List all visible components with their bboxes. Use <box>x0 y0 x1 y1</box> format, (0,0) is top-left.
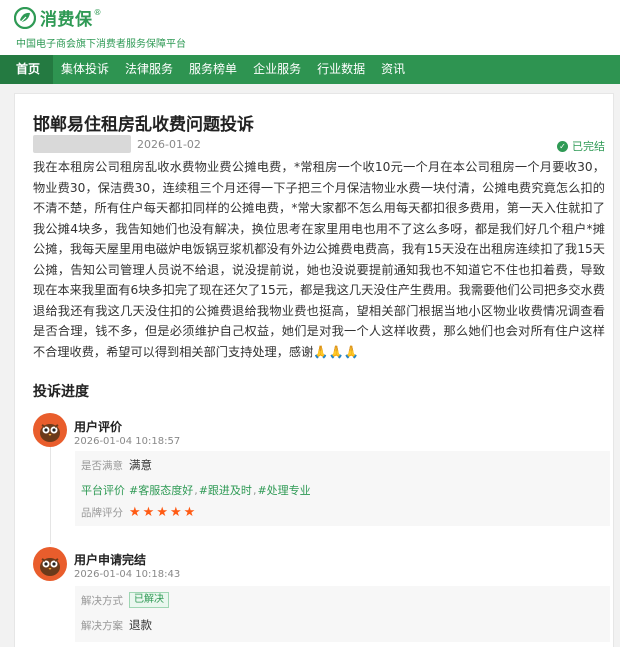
site-subtitle: 中国电子商会旗下消费者服务保障平台 <box>16 39 186 50</box>
site-header: 消费保 ® 中国电子商会旗下消费者服务保障平台 <box>0 0 620 55</box>
tag-service-attitude: #客服态度好 <box>129 484 194 497</box>
progress-section-title: 投诉进度 <box>33 384 89 400</box>
star-rating: ★ ★ ★ ★ ★ <box>129 505 197 520</box>
step-detail-box: 解决方式 已解决 解决方案 退款 <box>75 586 610 642</box>
platform-rating-row: 平台评价 #客服态度好 , #跟进及时 , #处理专业 <box>81 483 311 498</box>
complaint-content: 我在本租房公司租房乱收水费物业费公摊电费，*常租房一个收10元一个月在本公司租房… <box>33 160 605 359</box>
rating-label: 品牌评分 <box>81 507 123 519</box>
blurred-author-name <box>33 135 131 153</box>
nav-item-service-ranking[interactable]: 服务榜单 <box>181 55 245 84</box>
step-time: 2026-01-04 10:18:43 <box>74 569 181 580</box>
star-icon: ★ <box>142 505 155 520</box>
status-badge: ✓ 已完结 <box>557 138 605 154</box>
complaint-date: 2026-01-02 <box>137 138 201 151</box>
satisfaction-value: 满意 <box>129 458 152 472</box>
timeline-line <box>50 439 51 544</box>
platform-label: 平台评价 <box>81 484 125 497</box>
status-label: 已完结 <box>572 140 605 153</box>
star-icon: ★ <box>156 505 168 520</box>
satisfaction-row: 是否满意 满意 <box>81 457 152 473</box>
star-icon: ★ <box>169 505 182 520</box>
brand-rating-row: 品牌评分 ★ ★ ★ ★ ★ <box>81 505 197 520</box>
resolution-label: 解决方案 <box>81 619 123 632</box>
tag-professional-handling: #处理专业 <box>257 484 311 497</box>
owl-avatar-icon <box>33 413 67 447</box>
registered-mark-icon: ® <box>93 8 102 17</box>
nav-item-home[interactable]: 首页 <box>0 55 54 84</box>
star-icon: ★ <box>129 505 141 520</box>
resolution-method-row: 解决方式 已解决 <box>81 592 169 608</box>
main-nav: 首页 集体投诉 法律服务 服务榜单 企业服务 行业数据 资讯 <box>0 55 620 84</box>
complaint-card: 邯郸易住租房乱收费问题投诉 2026-01-02 ✓ 已完结 我在本租房公司租房… <box>14 93 614 647</box>
nav-item-enterprise-service[interactable]: 企业服务 <box>245 55 309 84</box>
check-circle-icon: ✓ <box>557 140 568 152</box>
nav-item-news[interactable]: 资讯 <box>373 55 413 84</box>
tag-timely-follow-up: #跟进及时 <box>198 484 252 497</box>
logo-text: 消费保 <box>40 10 93 30</box>
star-icon: ★ <box>183 505 196 520</box>
step-time: 2026-01-04 10:18:57 <box>74 436 181 447</box>
step-title: 用户申请完结 <box>74 553 147 567</box>
nav-item-collective-complaint[interactable]: 集体投诉 <box>53 55 117 84</box>
resolution-plan-row: 解决方案 退款 <box>81 617 152 633</box>
resolution-value: 退款 <box>129 618 152 632</box>
step-title: 用户评价 <box>74 420 123 434</box>
leaf-logo-icon <box>13 6 37 29</box>
nav-item-industry-data[interactable]: 行业数据 <box>309 55 373 84</box>
method-label: 解决方式 <box>81 594 123 607</box>
owl-avatar-icon <box>33 547 67 581</box>
nav-item-legal-service[interactable]: 法律服务 <box>117 55 181 84</box>
resolved-badge: 已解决 <box>129 592 169 608</box>
site-logo[interactable]: 消费保 ® <box>13 5 102 30</box>
step-detail-box: 是否满意 满意 平台评价 #客服态度好 , #跟进及时 , #处理专业 品牌评分… <box>75 451 610 526</box>
complaint-title: 邯郸易住租房乱收费问题投诉 <box>33 115 254 135</box>
satisfaction-label: 是否满意 <box>81 459 123 472</box>
